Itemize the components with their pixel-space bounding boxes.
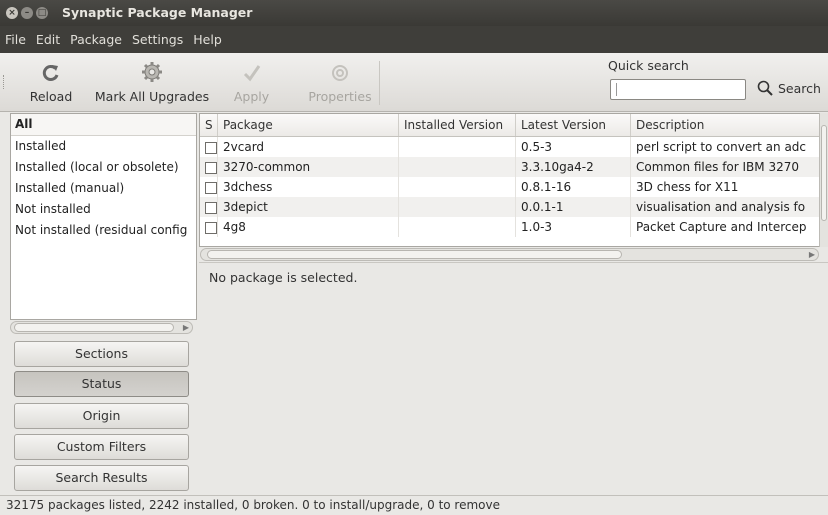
package-description: visualisation and analysis fo (630, 197, 821, 217)
filter-list-header[interactable]: All (11, 114, 196, 136)
minimize-window-button[interactable]: – (21, 7, 33, 19)
properties-button[interactable]: Properties (300, 61, 380, 104)
apply-label: Apply (233, 89, 270, 104)
close-window-button[interactable]: × (6, 7, 18, 19)
details-message: No package is selected. (209, 270, 358, 285)
menubar: File Edit Package Settings Help (0, 26, 828, 53)
menu-settings[interactable]: Settings (127, 32, 188, 47)
package-checkbox[interactable] (205, 201, 217, 214)
table-header-row: S Package Installed Version Latest Versi… (200, 114, 821, 137)
package-table-vscroll-thumb[interactable] (821, 125, 827, 221)
latest-version: 0.8.1-16 (515, 177, 631, 197)
latest-version: 0.0.1-1 (515, 197, 631, 217)
package-checkbox[interactable] (205, 221, 217, 234)
menu-edit[interactable]: Edit (31, 32, 65, 47)
sections-button[interactable]: Sections (14, 341, 189, 367)
table-row[interactable]: 3dchess 0.8.1-16 3D chess for X11 (200, 177, 821, 197)
filter-item[interactable]: Not installed (residual config (11, 220, 196, 241)
reload-label: Reload (29, 89, 73, 104)
maximize-window-button[interactable]: □ (36, 7, 48, 19)
origin-button[interactable]: Origin (14, 403, 189, 429)
package-checkbox[interactable] (205, 161, 217, 174)
package-name: 3dchess (217, 177, 399, 197)
mark-all-upgrades-label: Mark All Upgrades (94, 89, 210, 104)
search-label: Search (778, 80, 821, 96)
installed-version (398, 217, 516, 237)
window-controls: × – □ (6, 7, 48, 19)
filter-item[interactable]: Installed (manual) (11, 178, 196, 199)
installed-version (398, 136, 516, 157)
filter-list-hscroll-thumb[interactable] (14, 323, 174, 332)
filter-item[interactable]: Installed (11, 136, 196, 157)
properties-icon (332, 65, 348, 81)
filter-pane: All Installed Installed (local or obsole… (10, 113, 197, 494)
package-description: 3D chess for X11 (630, 177, 821, 197)
custom-filters-button[interactable]: Custom Filters (14, 434, 189, 460)
mark-all-upgrades-button[interactable]: Mark All Upgrades (94, 61, 210, 104)
apply-button[interactable]: Apply (229, 61, 274, 104)
properties-label: Properties (308, 89, 372, 104)
filter-item[interactable]: Installed (local or obsolete) (11, 157, 196, 178)
latest-version: 0.5-3 (515, 136, 631, 157)
installed-version (398, 177, 516, 197)
reload-icon (42, 65, 59, 81)
package-table: S Package Installed Version Latest Versi… (199, 113, 828, 247)
magnifier-icon (757, 80, 773, 96)
toolbar-separator (379, 61, 380, 105)
scroll-right-arrow-icon[interactable]: ▶ (183, 322, 189, 333)
filter-list: All Installed Installed (local or obsole… (10, 113, 197, 320)
window-title: Synaptic Package Manager (62, 5, 253, 20)
latest-version: 1.0-3 (515, 217, 631, 237)
menu-file[interactable]: File (0, 32, 31, 47)
package-checkbox[interactable] (205, 141, 217, 154)
reload-button[interactable]: Reload (27, 61, 75, 104)
column-header-latest-version[interactable]: Latest Version (515, 114, 631, 137)
window-titlebar: × – □ Synaptic Package Manager (0, 0, 828, 26)
checkmark-icon (243, 65, 260, 82)
column-header-description[interactable]: Description (630, 114, 821, 137)
table-row[interactable]: 3depict 0.0.1-1 visualisation and analys… (200, 197, 821, 217)
package-name: 3270-common (217, 157, 399, 177)
gear-upgrade-icon (142, 62, 162, 82)
package-table-grid: S Package Installed Version Latest Versi… (200, 114, 821, 237)
package-table-hscroll-thumb[interactable] (207, 250, 622, 259)
table-row[interactable]: 2vcard 0.5-3 perl script to convert an a… (200, 136, 821, 157)
status-bar: 32175 packages listed, 2242 installed, 0… (0, 495, 828, 514)
package-description: Packet Capture and Intercep (630, 217, 821, 237)
package-table-hscrollbar[interactable]: ▶ (200, 248, 819, 261)
column-header-package[interactable]: Package (217, 114, 399, 137)
quick-search-label: Quick search (608, 58, 689, 73)
menu-help[interactable]: Help (188, 32, 227, 47)
package-description: Common files for IBM 3270 (630, 157, 821, 177)
package-details-pane: No package is selected. (199, 262, 828, 495)
search-button[interactable]: Search (757, 73, 828, 103)
installed-version (398, 157, 516, 177)
column-header-installed-version[interactable]: Installed Version (398, 114, 516, 137)
scroll-right-arrow-icon[interactable]: ▶ (809, 249, 815, 260)
package-name: 4g8 (217, 217, 399, 237)
latest-version: 3.3.10ga4-2 (515, 157, 631, 177)
menu-package[interactable]: Package (65, 32, 127, 47)
filter-list-hscrollbar[interactable]: ▶ (10, 321, 193, 334)
toolbar-grip (3, 75, 7, 89)
installed-version (398, 197, 516, 217)
package-table-vscrollbar[interactable] (819, 113, 828, 247)
table-row[interactable]: 4g8 1.0-3 Packet Capture and Intercep (200, 217, 821, 237)
column-header-status[interactable]: S (200, 114, 218, 137)
search-results-button[interactable]: Search Results (14, 465, 189, 491)
status-button[interactable]: Status (14, 371, 189, 397)
quick-search-input[interactable] (610, 79, 746, 100)
filter-item[interactable]: Not installed (11, 199, 196, 220)
package-checkbox[interactable] (205, 181, 217, 194)
package-name: 3depict (217, 197, 399, 217)
table-row[interactable]: 3270-common 3.3.10ga4-2 Common files for… (200, 157, 821, 177)
package-description: perl script to convert an adc (630, 136, 821, 157)
package-name: 2vcard (217, 136, 399, 157)
